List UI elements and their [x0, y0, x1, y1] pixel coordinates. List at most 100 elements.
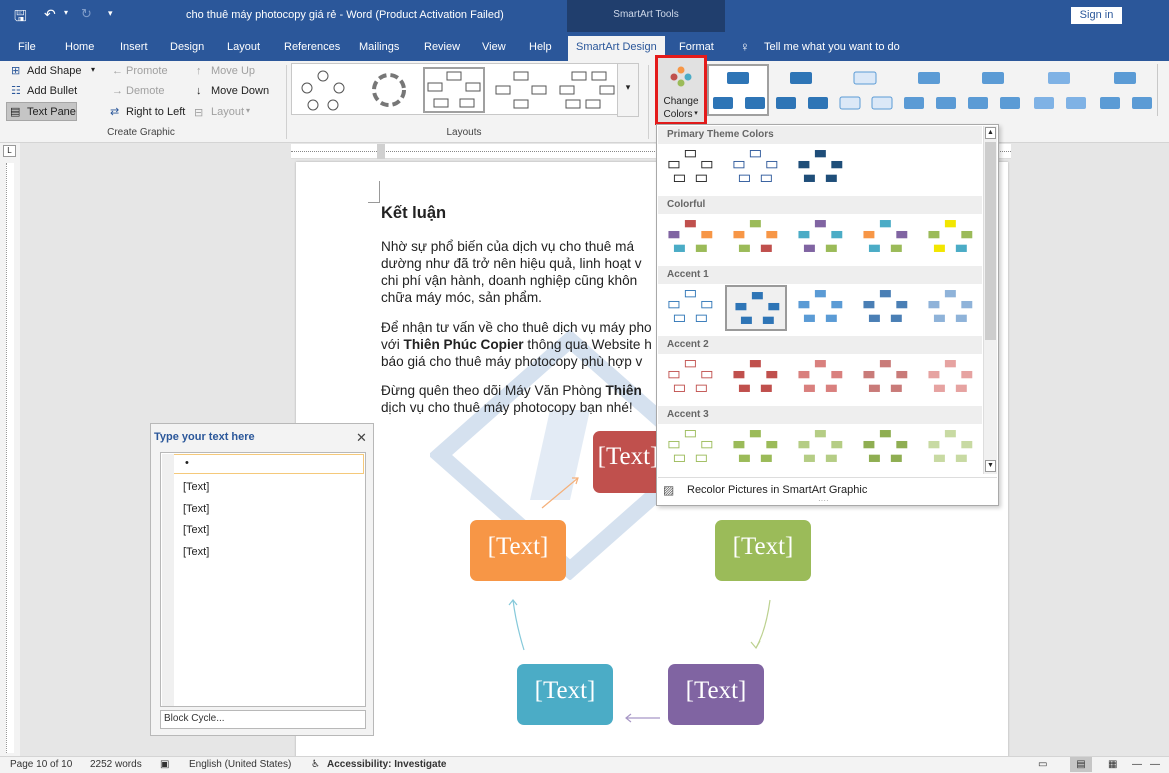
color-option-block	[831, 370, 843, 379]
layout-block-cycle[interactable]	[423, 67, 485, 113]
color-option[interactable]	[660, 145, 722, 191]
text-pane-item[interactable]: [Text]	[170, 481, 209, 493]
layout-basic-cycle[interactable]	[292, 67, 354, 113]
color-option[interactable]	[660, 425, 722, 471]
color-option[interactable]	[725, 145, 787, 191]
color-option[interactable]	[725, 285, 787, 331]
change-colors-button[interactable]: Change Colors ▾	[655, 55, 707, 125]
save-icon[interactable]: 🖫	[14, 6, 27, 31]
tab-help[interactable]: Help	[529, 38, 552, 56]
text-pane-layout-link[interactable]: Block Cycle...	[160, 710, 366, 729]
add-bullet-button[interactable]: Add Bullet	[27, 85, 77, 97]
color-option[interactable]	[790, 285, 852, 331]
close-icon[interactable]: ✕	[356, 430, 367, 446]
scroll-thumb[interactable]	[985, 142, 996, 340]
color-option-block	[863, 440, 875, 449]
move-up-button[interactable]: Move Up	[211, 65, 255, 77]
page-count[interactable]: Page 10 of 10	[10, 759, 72, 770]
color-option[interactable]	[660, 285, 722, 331]
tab-references[interactable]: References	[284, 38, 340, 56]
tab-home[interactable]: Home	[65, 38, 94, 56]
zoom-slider[interactable]: —	[1150, 759, 1160, 770]
color-option[interactable]	[855, 355, 917, 401]
zoom-out-icon[interactable]: —	[1132, 759, 1142, 770]
color-option[interactable]	[660, 355, 722, 401]
color-option[interactable]	[920, 355, 982, 401]
color-option[interactable]	[855, 285, 917, 331]
tab-design[interactable]: Design	[170, 38, 204, 56]
word-count[interactable]: 2252 words	[90, 759, 142, 770]
promote-button[interactable]: Promote	[126, 65, 168, 77]
color-option-block	[740, 316, 752, 324]
tab-review[interactable]: Review	[424, 38, 460, 56]
smartart-style-3[interactable]	[836, 67, 896, 115]
color-option[interactable]	[790, 145, 852, 191]
text-pane-active-item[interactable]: •	[162, 454, 364, 474]
undo-dropdown-icon[interactable]: ▾	[64, 8, 68, 17]
color-option[interactable]	[660, 215, 722, 261]
resize-grip-icon[interactable]: ····	[818, 496, 829, 505]
text-pane-item[interactable]: [Text]	[170, 524, 209, 536]
color-option[interactable]	[920, 215, 982, 261]
color-option[interactable]	[725, 425, 787, 471]
color-option-block	[890, 384, 902, 392]
accessibility-status[interactable]: Accessibility: Investigate	[327, 759, 447, 770]
tab-file[interactable]: File	[18, 38, 36, 56]
color-option[interactable]	[855, 425, 917, 471]
color-option[interactable]	[920, 285, 982, 331]
layout-button[interactable]: Layout	[211, 106, 244, 118]
color-option[interactable]	[920, 425, 982, 471]
demote-button[interactable]: Demote	[126, 85, 165, 97]
add-shape-button[interactable]: Add Shape	[27, 65, 81, 77]
tab-view[interactable]: View	[482, 38, 506, 56]
read-mode-icon[interactable]: ▭	[1038, 759, 1047, 770]
add-shape-dropdown-icon[interactable]: ▾	[91, 65, 95, 74]
smartart-style-5[interactable]	[964, 67, 1024, 115]
customize-toolbar-icon[interactable]: ▾	[108, 8, 113, 19]
menu-scrollbar[interactable]: ▲ ▼	[983, 126, 997, 474]
smartart-style-4[interactable]	[900, 67, 960, 115]
indent-marker[interactable]	[377, 144, 385, 159]
layout-cycle-arrows[interactable]	[358, 67, 420, 113]
print-layout-icon[interactable]: ▤	[1070, 757, 1092, 772]
scroll-up-icon[interactable]: ▲	[985, 127, 996, 139]
tab-format[interactable]: Format	[679, 38, 714, 56]
accessibility-icon[interactable]: ♿	[311, 759, 320, 770]
text-pane-item[interactable]: [Text]	[170, 503, 209, 515]
tab-layout[interactable]: Layout	[227, 38, 260, 56]
recolor-pictures-option[interactable]: ▨ Recolor Pictures in SmartArt Graphic ·…	[658, 477, 997, 505]
color-option[interactable]	[855, 215, 917, 261]
tab-mailings[interactable]: Mailings	[359, 38, 399, 56]
proofing-icon[interactable]: ▣	[160, 759, 169, 770]
text-pane-item[interactable]: [Text]	[170, 546, 209, 558]
smartart-style-7[interactable]	[1096, 67, 1156, 115]
color-option[interactable]	[790, 425, 852, 471]
scroll-down-icon[interactable]: ▼	[985, 460, 996, 472]
color-option[interactable]	[725, 215, 787, 261]
undo-icon[interactable]: ↶	[44, 6, 56, 23]
color-option[interactable]	[725, 355, 787, 401]
styles-scroll[interactable]	[1157, 64, 1169, 116]
tab-insert[interactable]: Insert	[120, 38, 148, 56]
smartart-style-2[interactable]	[772, 67, 832, 115]
web-layout-icon[interactable]: ▦	[1108, 759, 1117, 770]
color-option[interactable]	[790, 355, 852, 401]
text-pane-button[interactable]: ▤ Text Pane	[6, 102, 77, 121]
right-to-left-button[interactable]: Right to Left	[126, 106, 185, 118]
tell-me-search[interactable]: Tell me what you want to do	[764, 38, 900, 56]
layout-segmented-cycle[interactable]	[490, 67, 552, 113]
color-option-block	[749, 430, 761, 438]
smartart-style-1[interactable]	[709, 67, 769, 115]
color-option-block	[944, 290, 956, 298]
color-option[interactable]	[790, 215, 852, 261]
text-pane-list[interactable]: • [Text] [Text] [Text] [Text]	[160, 452, 366, 707]
layouts-more-button[interactable]: ▾	[617, 63, 639, 117]
text-pane-gutter	[162, 454, 174, 706]
language[interactable]: English (United States)	[189, 759, 291, 770]
move-down-button[interactable]: Move Down	[211, 85, 269, 97]
layout-continuous-cycle[interactable]	[556, 67, 618, 113]
tab-smartart-design[interactable]: SmartArt Design	[568, 36, 665, 61]
smartart-style-6[interactable]	[1030, 67, 1090, 115]
sign-in-button[interactable]: Sign in	[1071, 7, 1122, 24]
tab-selector[interactable]: L	[3, 145, 16, 157]
